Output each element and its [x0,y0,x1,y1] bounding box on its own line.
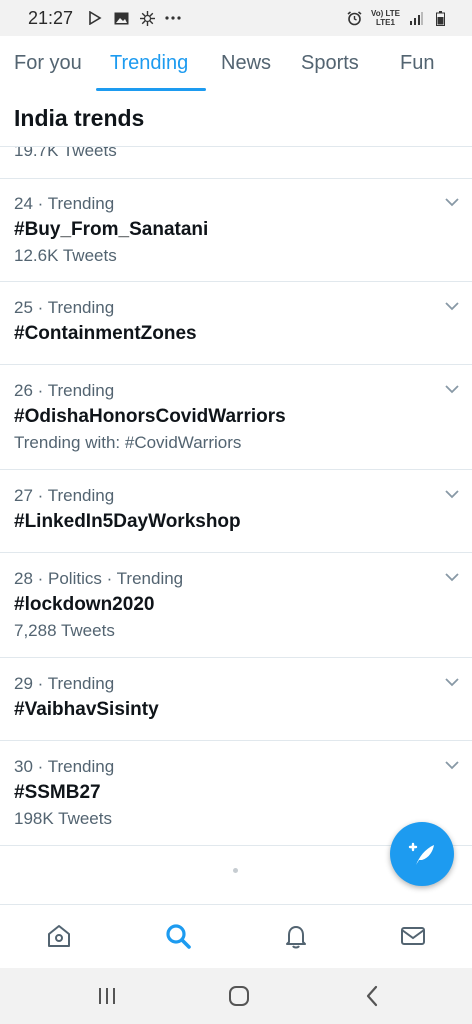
nav-search-button[interactable] [163,921,193,951]
trend-item[interactable]: 29 · Trending #VaibhavSisinty [0,658,472,741]
chevron-down-icon[interactable] [444,194,460,210]
trend-item[interactable]: 25 · Trending #ContainmentZones [0,282,472,365]
recent-apps-icon [99,988,115,1004]
system-navigation-bar [0,968,472,1024]
trend-name: #VaibhavSisinty [14,699,159,720]
home-icon [48,925,70,947]
play-store-icon [87,10,103,26]
nav-home-button[interactable] [44,921,74,951]
gear-icon [139,10,155,26]
status-bar-right: Vo) LTE LTE1 [347,9,448,27]
alarm-icon [347,10,363,26]
tab-trending[interactable]: Trending [110,36,188,91]
section-header: India trends [0,91,472,147]
trend-tweet-count: 12.6K Tweets [14,246,117,265]
system-home-button[interactable] [224,982,254,1010]
partial-tweet-count: 19.7K Tweets [14,147,117,160]
chevron-down-icon[interactable] [444,298,460,314]
tab-news[interactable]: News [221,36,271,91]
trend-meta: 25 · Trending [14,298,115,317]
trend-meta: 26 · Trending [14,381,115,400]
trend-meta: 30 · Trending [14,757,115,776]
trend-item[interactable]: 26 · Trending #OdishaHonorsCovidWarriors… [0,365,472,470]
compose-tweet-button[interactable] [390,822,454,886]
trend-name: #lockdown2020 [14,594,155,615]
signal-icon [408,10,424,26]
partial-trend-row[interactable]: 19.7K Tweets [0,147,472,179]
nav-notifications-button[interactable] [281,921,311,951]
trend-item[interactable]: 27 · Trending #LinkedIn5DayWorkshop [0,470,472,553]
search-icon [166,924,191,949]
section-title: India trends [14,105,145,131]
chevron-down-icon[interactable] [444,569,460,585]
status-bar: 21:27 Vo) LTE LTE1 [0,0,472,36]
chevron-down-icon[interactable] [444,757,460,773]
home-circle-icon [229,986,249,1006]
trend-tweet-count: 7,288 Tweets [14,621,115,640]
explore-tab-bar: For you Trending News Sports Fun [0,36,472,92]
trend-name: #OdishaHonorsCovidWarriors [14,406,286,427]
status-bar-left: 21:27 [28,8,181,29]
tab-for-you[interactable]: For you [14,36,82,91]
trend-name: #Buy_From_Sanatani [14,219,209,240]
recent-apps-button[interactable] [92,982,122,1010]
trend-name: #SSMB27 [14,782,101,803]
back-icon [366,985,378,1007]
trend-context: Trending with: #CovidWarriors [14,433,242,452]
trend-name: #LinkedIn5DayWorkshop [14,511,241,532]
trend-tweet-count: 198K Tweets [14,809,112,828]
image-icon [113,10,129,26]
nav-messages-button[interactable] [398,921,428,951]
messages-envelope-icon [401,927,425,945]
trend-item[interactable]: 24 · Trending #Buy_From_Sanatani 12.6K T… [0,178,472,282]
network-top-label: Vo) LTE [370,9,400,18]
trend-meta: 24 · Trending [14,194,115,213]
chevron-down-icon[interactable] [444,486,460,502]
trend-item[interactable]: 28 · Politics · Trending #lockdown2020 7… [0,553,472,658]
system-back-button[interactable] [357,982,387,1010]
battery-icon [432,10,448,26]
trend-meta: 29 · Trending [14,674,115,693]
chevron-down-icon[interactable] [444,674,460,690]
compose-tweet-icon [408,842,434,865]
tab-sports[interactable]: Sports [301,36,359,91]
status-time: 21:27 [28,7,74,28]
network-bottom-label: LTE1 [376,18,395,27]
trend-name: #ContainmentZones [14,323,197,344]
trend-meta: 27 · Trending [14,486,115,505]
notifications-bell-icon [286,926,306,949]
bottom-navigation [0,904,472,969]
trend-meta: 28 · Politics · Trending [14,569,184,588]
tab-fun[interactable]: Fun [400,36,434,91]
loading-dot [233,868,238,873]
network-indicator: Vo) LTE LTE1 [371,9,400,27]
chevron-down-icon[interactable] [444,381,460,397]
more-icon [165,10,181,26]
